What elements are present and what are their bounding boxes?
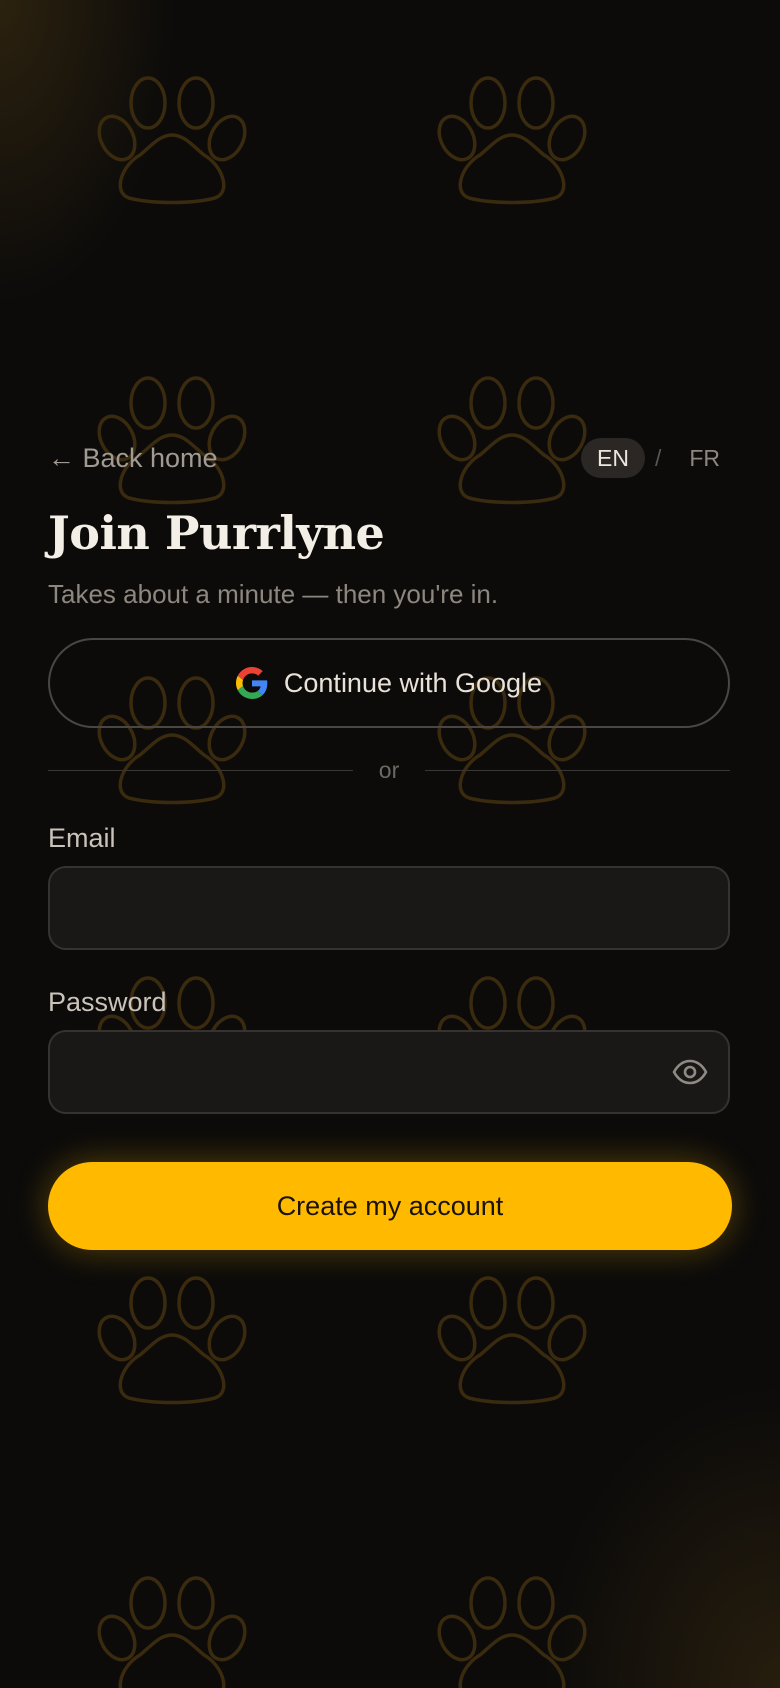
signup-page: ← Back home EN / FR Join Purrlyne Takes … [0, 0, 780, 1688]
password-label: Password [48, 987, 167, 1017]
paw-print-icon [90, 1276, 254, 1405]
or-divider: or [48, 754, 731, 786]
eye-icon [672, 1059, 708, 1085]
paw-print-icon [90, 1576, 254, 1688]
paw-print-icon [430, 76, 594, 205]
language-separator: / [654, 444, 662, 471]
google-button-label: Continue with Google [283, 667, 543, 698]
paw-print-icon [430, 1576, 594, 1688]
toggle-password-visibility-button[interactable] [666, 1052, 714, 1092]
create-account-label: Create my account [276, 1190, 504, 1221]
divider-line-right [425, 769, 731, 771]
password-field[interactable] [48, 1030, 730, 1114]
back-home-link[interactable]: ← Back home [48, 440, 218, 476]
language-option-fr[interactable]: FR [673, 445, 736, 472]
page-title: Join Purrlyne [48, 506, 385, 560]
continue-with-google-button[interactable]: Continue with Google [48, 638, 730, 728]
email-field[interactable] [48, 866, 730, 950]
divider-label: or [378, 756, 400, 783]
language-switcher: EN / FR [580, 438, 736, 478]
paw-pattern-background [90, 76, 594, 1688]
email-label: Email [48, 823, 116, 853]
paw-print-icon [430, 376, 594, 505]
page-subtitle: Takes about a minute — then you're in. [48, 579, 499, 609]
paw-print-icon [430, 1276, 594, 1405]
create-account-button[interactable]: Create my account [48, 1162, 732, 1250]
language-option-en[interactable]: EN [580, 438, 645, 478]
divider-line-left [48, 769, 353, 771]
google-g-icon [235, 667, 268, 699]
paw-print-icon [90, 76, 254, 205]
